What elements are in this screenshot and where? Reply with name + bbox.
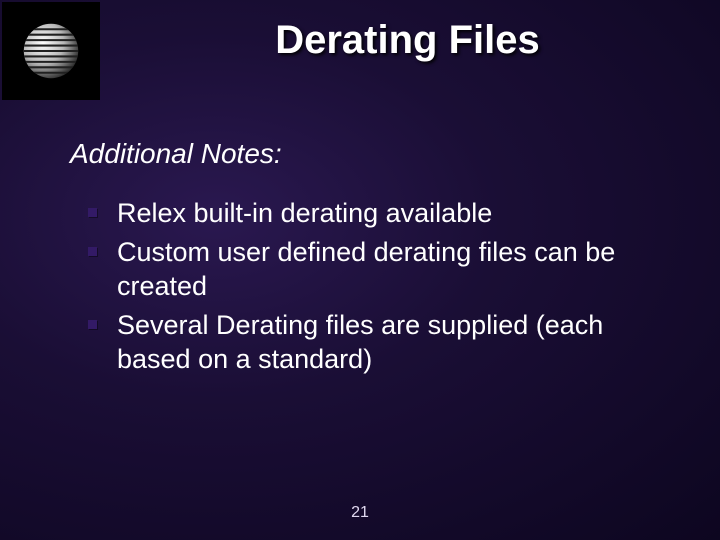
list-item: Relex built-in derating available	[88, 196, 670, 231]
list-item: Several Derating files are supplied (eac…	[88, 308, 670, 377]
slide-title: Derating Files	[125, 18, 690, 63]
bullet-list: Relex built-in derating available Custom…	[88, 196, 670, 381]
slide-subtitle: Additional Notes:	[70, 138, 282, 170]
bullet-icon	[88, 247, 97, 256]
bullet-text: Several Derating files are supplied (eac…	[117, 308, 670, 377]
page-number: 21	[0, 504, 720, 522]
logo	[2, 2, 100, 100]
bullet-text: Custom user defined derating files can b…	[117, 235, 670, 304]
list-item: Custom user defined derating files can b…	[88, 235, 670, 304]
bullet-icon	[88, 208, 97, 217]
sphere-icon	[17, 17, 85, 85]
bullet-icon	[88, 320, 97, 329]
bullet-text: Relex built-in derating available	[117, 196, 492, 231]
